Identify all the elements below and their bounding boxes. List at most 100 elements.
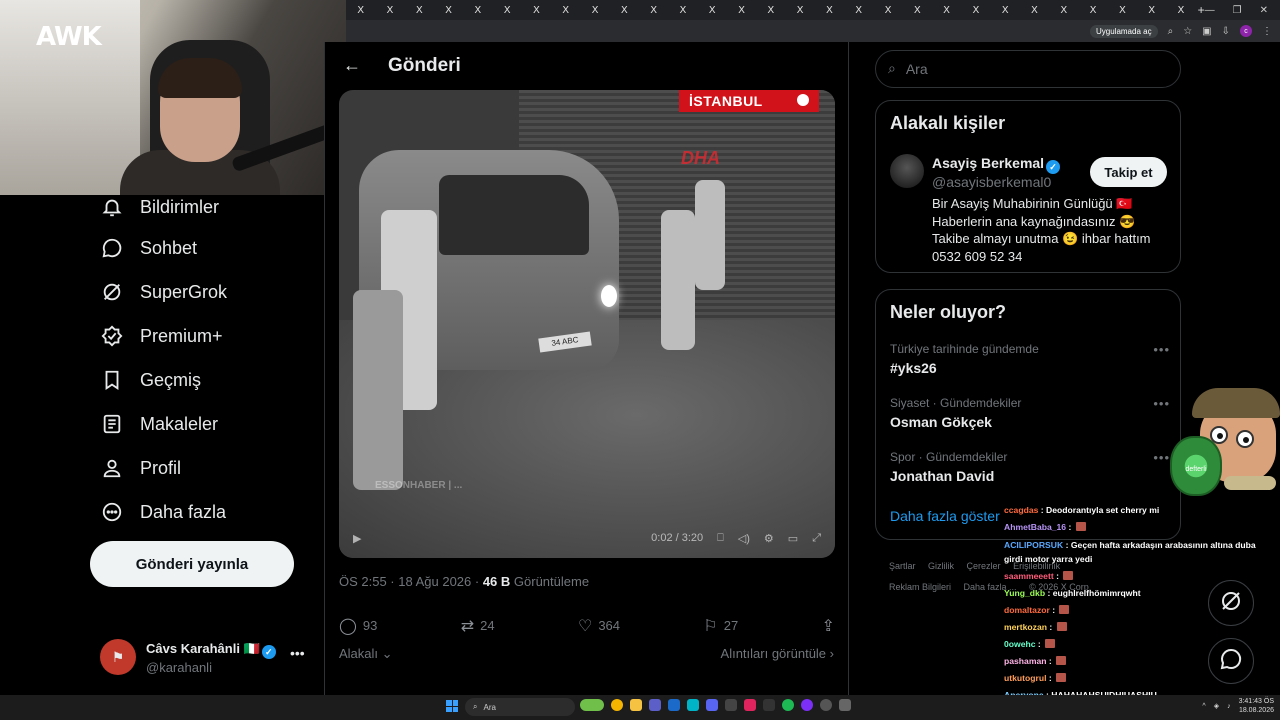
footer-link[interactable]: Reklam Bilgileri	[889, 582, 951, 592]
app-icon[interactable]	[744, 699, 756, 711]
back-arrow-icon[interactable]: ←	[343, 55, 361, 76]
browser-tab[interactable]: X	[551, 2, 580, 18]
browser-tab[interactable]: X	[727, 2, 756, 18]
obs-icon[interactable]	[820, 699, 832, 711]
browser-tab[interactable]: X	[903, 2, 932, 18]
browser-tab[interactable]: X	[346, 2, 375, 18]
pip-icon[interactable]: ▭	[788, 532, 798, 545]
show-more-link[interactable]: Daha fazla göster	[890, 508, 1000, 524]
browser-tab[interactable]: X	[668, 2, 697, 18]
nav-item-notifications[interactable]: Bildirimler	[100, 195, 219, 219]
browser-tab[interactable]: X	[932, 2, 961, 18]
person-handle[interactable]: @asayisberkemal0	[932, 174, 1051, 190]
view-quotes-link[interactable]: Alıntıları görüntüle ›	[721, 646, 834, 661]
share-button[interactable]: ⇪	[822, 616, 835, 635]
footer-link[interactable]: Çerezler	[967, 561, 1001, 571]
more-dots-icon[interactable]: •••	[1153, 450, 1170, 465]
volume-icon[interactable]: ◁)	[738, 532, 750, 545]
capcut-icon[interactable]	[687, 699, 699, 711]
app-icon[interactable]	[801, 699, 813, 711]
footer-link[interactable]: Şartlar	[889, 561, 916, 571]
post-button[interactable]: Gönderi yayınla	[90, 541, 294, 587]
download-icon[interactable]: ⇩	[1222, 26, 1230, 37]
browser-tab[interactable]: X	[1049, 2, 1078, 18]
nav-item-articles[interactable]: Makaleler	[100, 412, 218, 436]
search-input[interactable]	[905, 61, 1146, 77]
taskbar-search[interactable]: ⌕ Ara	[465, 698, 575, 716]
clock[interactable]: 3:41:43 ÖS 18.08.2026	[1239, 697, 1274, 715]
menu-icon[interactable]: ⋮	[1262, 26, 1272, 37]
browser-tab[interactable]: X	[375, 2, 404, 18]
reply-sort-dropdown[interactable]: Alakalı ⌄	[339, 646, 393, 662]
chevron-up-icon[interactable]: ^	[1202, 703, 1205, 710]
new-tab-button[interactable]: +	[1198, 3, 1205, 17]
discord-icon[interactable]	[706, 699, 718, 711]
video-player[interactable]: 34 ABC İSTANBUL DHA ESSONHABER | ... ▶ 0…	[339, 90, 835, 558]
browser-tab[interactable]: X	[639, 2, 668, 18]
nav-item-history[interactable]: Geçmiş	[100, 368, 201, 392]
bookmark-button[interactable]: ⚐ 27	[703, 616, 738, 635]
person-name[interactable]: Asayiş Berkemal ✓	[932, 155, 1061, 174]
start-icon[interactable]	[446, 700, 458, 712]
more-dots-icon[interactable]: •••	[1153, 342, 1170, 357]
browser-tab[interactable]: X	[492, 2, 521, 18]
trend-item[interactable]: Türkiye tarihinde gündemde #yks26 •••	[890, 342, 1170, 376]
browser-tab[interactable]: X	[815, 2, 844, 18]
more-dots-icon[interactable]: •••	[290, 645, 305, 661]
trend-item[interactable]: Siyaset · Gündemdekiler Osman Gökçek •••	[890, 396, 1170, 430]
folder-icon[interactable]	[630, 699, 642, 711]
minimize-icon[interactable]: —	[1205, 5, 1215, 16]
reply-button[interactable]: ◯ 93	[339, 616, 377, 635]
app-icon[interactable]	[725, 699, 737, 711]
browser-tab[interactable]: X	[1108, 2, 1137, 18]
browser-tab[interactable]: X	[785, 2, 814, 18]
browser-tab[interactable]: X	[1137, 2, 1166, 18]
browser-tab[interactable]: X	[434, 2, 463, 18]
settings-icon[interactable]: ⚙	[764, 532, 774, 545]
profile-icon[interactable]: c	[1240, 25, 1252, 37]
browser-tab[interactable]: X	[1020, 2, 1049, 18]
chrome-icon[interactable]	[611, 699, 623, 711]
trend-item[interactable]: Spor · Gündemdekiler Jonathan David •••	[890, 450, 1170, 484]
repost-button[interactable]: ⇄ 24	[461, 616, 495, 635]
captions-icon[interactable]: ⎕	[717, 532, 724, 545]
edge-icon[interactable]	[668, 699, 680, 711]
browser-tab[interactable]: X	[991, 2, 1020, 18]
browser-tab[interactable]: X	[610, 2, 639, 18]
maximize-icon[interactable]: ❐	[1233, 5, 1242, 16]
widget-icon[interactable]	[580, 699, 604, 711]
extensions-icon[interactable]: ▣	[1202, 26, 1211, 37]
spotify-icon[interactable]	[782, 699, 794, 711]
close-icon[interactable]: ✕	[1260, 5, 1268, 16]
copilot-icon[interactable]	[649, 699, 661, 711]
app-icon[interactable]	[763, 699, 775, 711]
app-icon[interactable]	[839, 699, 851, 711]
nav-item-premium[interactable]: Premium+	[100, 324, 223, 348]
nav-item-more[interactable]: Daha fazla	[100, 500, 226, 524]
browser-tab[interactable]: X	[580, 2, 609, 18]
open-in-app-button[interactable]: Uygulamada aç	[1089, 24, 1158, 38]
avatar[interactable]	[890, 154, 924, 188]
more-dots-icon[interactable]: •••	[1153, 396, 1170, 411]
browser-tab[interactable]: X	[961, 2, 990, 18]
browser-tab[interactable]: X	[844, 2, 873, 18]
play-icon[interactable]: ▶	[353, 532, 361, 545]
browser-tab[interactable]: X	[522, 2, 551, 18]
account-switcher[interactable]: ⚑ Câvs Karahânli 🇮🇹 ✓ @karahanli •••	[100, 639, 310, 679]
browser-tab[interactable]: X	[1078, 2, 1107, 18]
browser-tab[interactable]: X	[463, 2, 492, 18]
nav-item-profile[interactable]: Profil	[100, 456, 181, 480]
nav-item-chat[interactable]: Sohbet	[100, 236, 197, 260]
fullscreen-icon[interactable]: ⤢	[812, 532, 821, 545]
browser-tab[interactable]: X	[698, 2, 727, 18]
post-timestamp[interactable]: ÖS 2:55 · 18 Ağu 2026 ·	[339, 574, 483, 589]
footer-link[interactable]: Gizlilik	[928, 561, 954, 571]
search-bar[interactable]: ⌕	[875, 50, 1181, 88]
follow-button[interactable]: Takip et	[1090, 157, 1167, 187]
network-icon[interactable]: ◈	[1214, 702, 1219, 710]
like-button[interactable]: ♡ 364	[578, 616, 620, 635]
browser-tab[interactable]: X	[756, 2, 785, 18]
browser-tab[interactable]: X	[1166, 2, 1195, 18]
browser-tab[interactable]: X	[405, 2, 434, 18]
zoom-icon[interactable]: ⌕	[1168, 26, 1174, 37]
